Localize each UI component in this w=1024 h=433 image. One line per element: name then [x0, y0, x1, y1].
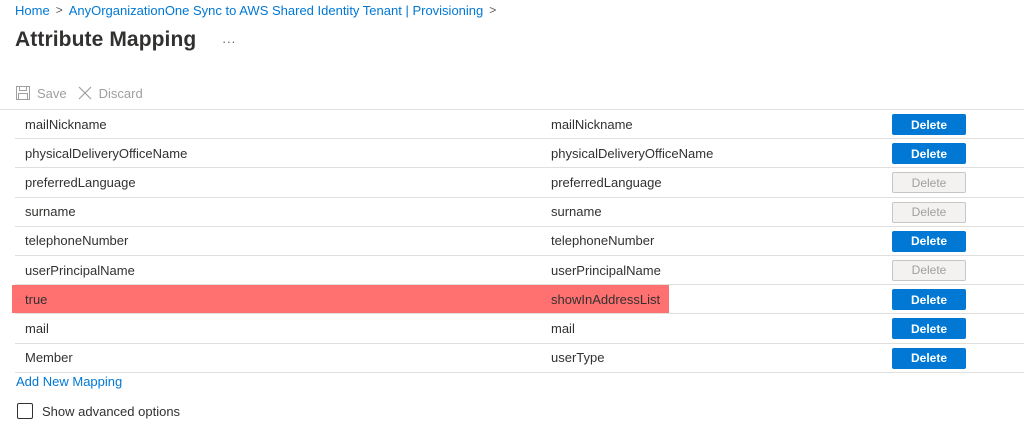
table-row[interactable]: preferredLanguage preferredLanguage Delete — [15, 168, 1024, 198]
source-attribute[interactable]: telephoneNumber — [25, 227, 128, 255]
target-attribute[interactable]: userType — [551, 344, 604, 372]
chevron-right-icon: > — [489, 3, 497, 17]
delete-button[interactable]: Delete — [892, 114, 966, 135]
source-attribute[interactable]: mail — [25, 314, 49, 342]
breadcrumb-provisioning[interactable]: AnyOrganizationOne Sync to AWS Shared Id… — [69, 3, 484, 18]
advanced-options-label: Show advanced options — [42, 403, 181, 419]
source-attribute[interactable]: Member — [25, 344, 73, 372]
page-title: Attribute Mapping — [15, 28, 197, 51]
target-attribute[interactable]: mailNickname — [551, 110, 633, 138]
mapping-table: mailNickname mailNickname Delete physicalDe… — [12, 110, 1024, 373]
source-attribute[interactable]: true — [25, 285, 47, 313]
discard-label: Discard — [98, 85, 143, 101]
save-icon — [16, 86, 30, 100]
target-attribute[interactable]: preferredLanguage — [551, 168, 662, 196]
delete-button: Delete — [892, 201, 966, 223]
delete-button: Delete — [892, 172, 966, 194]
save-button[interactable]: Save — [15, 85, 67, 101]
save-label: Save — [37, 85, 67, 101]
table-row[interactable]: Member userType Delete — [15, 344, 1024, 373]
delete-button[interactable]: Delete — [892, 318, 966, 340]
source-attribute[interactable]: mailNickname — [25, 110, 107, 138]
more-options-icon[interactable]: ... — [222, 31, 236, 46]
breadcrumb-home[interactable]: Home — [15, 3, 50, 18]
source-attribute[interactable]: userPrincipalName — [25, 256, 135, 284]
delete-button[interactable]: Delete — [892, 230, 966, 252]
target-attribute[interactable]: physicalDeliveryOfficeName — [551, 139, 713, 167]
add-new-mapping-link[interactable]: Add New Mapping — [16, 374, 122, 389]
close-icon — [78, 86, 92, 100]
breadcrumb: Home > AnyOrganizationOne Sync to AWS Sh… — [15, 1, 502, 19]
source-attribute[interactable]: physicalDeliveryOfficeName — [25, 139, 187, 167]
delete-button: Delete — [892, 259, 966, 281]
target-attribute[interactable]: surname — [551, 198, 602, 226]
table-row[interactable]: mail mail Delete — [15, 314, 1024, 344]
title-row: Attribute Mapping ... — [15, 28, 236, 52]
table-row[interactable]: userPrincipalName userPrincipalName Delete — [15, 256, 1024, 286]
delete-button[interactable]: Delete — [892, 143, 966, 165]
table-row[interactable]: mailNickname mailNickname Delete — [15, 110, 1024, 140]
delete-button[interactable]: Delete — [892, 289, 966, 311]
table-row[interactable]: surname surname Delete — [15, 198, 1024, 227]
advanced-options-checkbox[interactable] — [17, 403, 33, 419]
target-attribute[interactable]: telephoneNumber — [551, 227, 654, 255]
target-attribute[interactable]: mail — [551, 314, 575, 342]
table-row[interactable]: true showInAddressList Delete — [12, 285, 1024, 315]
target-attribute[interactable]: userPrincipalName — [551, 256, 661, 284]
source-attribute[interactable]: surname — [25, 198, 76, 226]
table-row[interactable]: physicalDeliveryOfficeName physicalDelive… — [15, 139, 1024, 169]
toolbar: Save Discard — [15, 85, 153, 101]
discard-button[interactable]: Discard — [77, 85, 143, 101]
table-row[interactable]: telephoneNumber telephoneNumber Delete — [15, 227, 1024, 256]
target-attribute[interactable]: showInAddressList — [551, 285, 660, 313]
show-advanced-options[interactable]: Show advanced options — [17, 403, 180, 419]
chevron-right-icon: > — [55, 3, 63, 17]
source-attribute[interactable]: preferredLanguage — [25, 168, 136, 196]
delete-button[interactable]: Delete — [892, 347, 966, 369]
